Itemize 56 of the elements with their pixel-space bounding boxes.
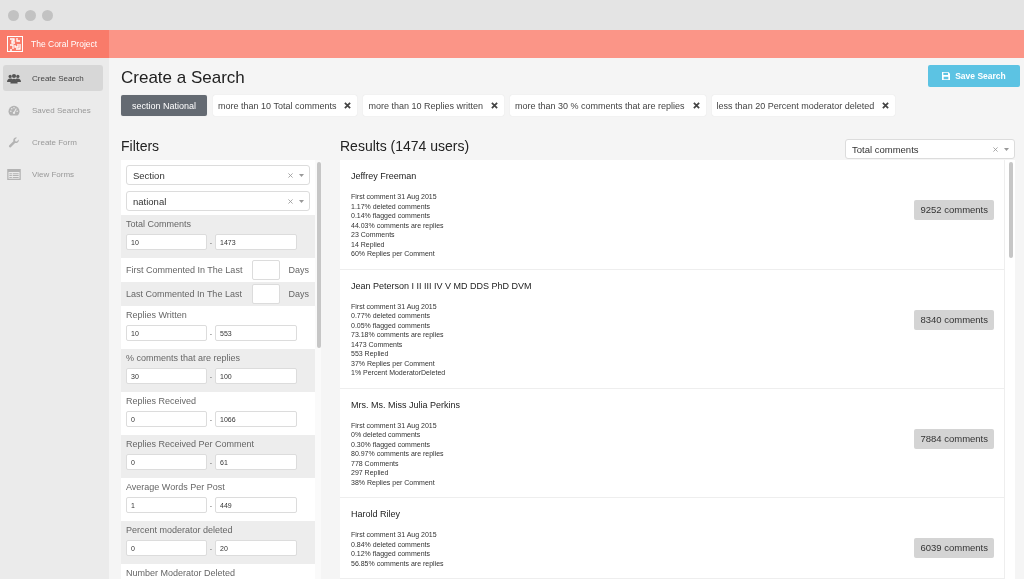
comment-count-badge: 6039 comments — [914, 538, 994, 558]
filter-label: First Commented In The Last — [126, 263, 244, 277]
section-chip[interactable]: section National — [121, 95, 208, 116]
user-name[interactable]: Harold Riley — [351, 508, 401, 520]
filter-label: Percent moderator deleted — [126, 524, 234, 537]
clear-icon[interactable] — [288, 198, 293, 204]
filter-chip[interactable]: more than 10 Replies written — [363, 95, 504, 116]
comment-count-badge: 8340 comments — [914, 309, 994, 330]
results-heading: Results (1474 users) — [340, 137, 470, 156]
save-icon — [942, 72, 951, 80]
filter-select[interactable]: Section — [126, 165, 310, 185]
window-control-icon[interactable] — [25, 9, 36, 21]
days-unit-label: Days — [288, 289, 309, 299]
filter-label: Last Commented In The Last — [126, 287, 243, 301]
days-input-field[interactable] — [252, 260, 281, 280]
scrollbar-thumb[interactable] — [317, 162, 321, 348]
sidebar-item[interactable]: Create Search — [3, 65, 103, 91]
logo-icon — [7, 36, 23, 52]
filter-chip[interactable]: more than 30 % comments that are replies — [510, 95, 706, 116]
filter-chip[interactable]: more than 10 Total comments — [213, 95, 358, 116]
user-name[interactable]: Jeffrey Freeman — [351, 170, 417, 182]
filter-chip[interactable]: less than 20 Percent moderator deleted — [711, 95, 896, 116]
filter-label: Replies Received Per Comment — [126, 438, 256, 451]
close-icon[interactable] — [692, 102, 700, 109]
close-icon[interactable] — [491, 102, 498, 109]
caret-icon — [299, 199, 304, 203]
filter-label: Total Comments — [126, 218, 193, 231]
app-name: The Coral Project — [31, 39, 98, 49]
close-icon[interactable] — [882, 102, 890, 109]
days-unit-label: Days — [288, 265, 309, 275]
days-input-field[interactable] — [252, 284, 281, 304]
user-name[interactable]: Mrs. Ms. Miss Julia Perkins — [351, 398, 460, 411]
clear-icon[interactable] — [288, 172, 293, 178]
filter-label: Average Words Per Post — [126, 481, 226, 494]
filter-label: % comments that are replies — [126, 352, 242, 365]
caret-icon — [299, 173, 304, 177]
users-icon — [7, 72, 21, 84]
window-control-icon[interactable] — [42, 9, 53, 21]
sort-select[interactable]: Total comments — [845, 139, 1015, 159]
wrench-icon — [7, 136, 21, 148]
gauge-icon — [7, 104, 21, 116]
filter-label: Replies Written — [126, 309, 188, 322]
scrollbar-thumb[interactable] — [1009, 162, 1013, 258]
comment-count-badge: 7884 comments — [914, 428, 994, 449]
user-name[interactable]: Jean Peterson I II III IV V MD DDS PhD DVM — [351, 279, 532, 292]
window-icon — [7, 168, 21, 180]
page-title: Create a Search — [121, 67, 245, 89]
caret-icon — [1004, 147, 1009, 151]
comment-count-badge: 9252 comments — [914, 200, 994, 220]
filter-label: Replies Received — [126, 395, 198, 408]
filter-label: Number Moderator Deleted — [126, 567, 237, 579]
window-control-icon[interactable] — [8, 9, 19, 21]
close-icon[interactable] — [344, 102, 352, 109]
filters-heading: Filters — [121, 137, 161, 156]
filter-select[interactable]: national — [126, 191, 310, 211]
clear-icon[interactable] — [993, 146, 998, 152]
